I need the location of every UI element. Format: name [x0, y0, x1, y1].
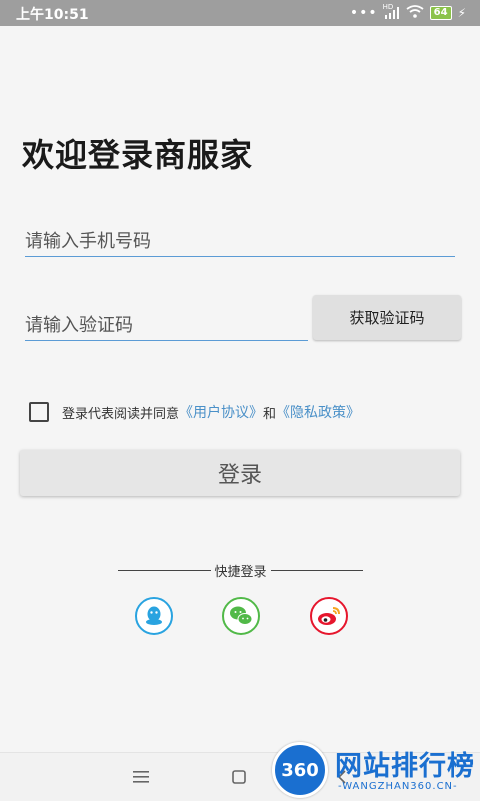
divider-line	[270, 569, 364, 571]
qq-login-button[interactable]	[135, 597, 173, 635]
status-bar: 上午10:51 ••• HD 64 ⚡	[0, 0, 480, 26]
agreement-row: 登录代表阅读并同意 《用户协议》 和 《隐私政策》	[29, 402, 360, 422]
divider-line	[118, 569, 211, 571]
weibo-icon	[318, 607, 340, 625]
wechat-icon	[230, 606, 253, 625]
agreement-prefix: 登录代表阅读并同意	[62, 406, 180, 422]
verification-code-input[interactable]	[25, 310, 308, 341]
watermark-logo-badge: 360	[272, 742, 328, 798]
watermark-subtitle: -WANGZHAN360.CN-	[338, 781, 458, 792]
home-button[interactable]	[229, 767, 249, 787]
wechat-login-button[interactable]	[222, 597, 260, 635]
agreement-checkbox[interactable]	[29, 402, 49, 422]
more-dots-icon: •••	[349, 5, 378, 21]
quick-login-divider: 快捷登录	[118, 560, 364, 580]
user-agreement-link[interactable]: 《用户协议》	[179, 402, 263, 422]
signal-icon: HD	[383, 3, 400, 19]
status-time: 上午10:51	[16, 7, 89, 23]
wifi-icon	[406, 5, 424, 21]
charging-bolt-icon: ⚡	[457, 6, 466, 20]
page-title: 欢迎登录商服家	[22, 136, 254, 174]
get-verification-code-button[interactable]: 获取验证码	[313, 295, 461, 340]
agreement-conjunction: 和	[263, 406, 277, 422]
watermark-title: 网站排行榜	[335, 751, 475, 782]
menu-icon	[133, 771, 149, 783]
qq-icon	[146, 606, 162, 625]
network-type-label: HD	[382, 3, 394, 11]
weibo-login-button[interactable]	[310, 597, 348, 635]
status-icons: ••• HD 64 ⚡	[349, 3, 466, 22]
privacy-policy-link[interactable]: 《隐私政策》	[276, 402, 360, 422]
quick-login-label: 快捷登录	[214, 564, 267, 580]
login-button[interactable]: 登录	[20, 450, 460, 496]
battery-icon: 64	[429, 6, 452, 20]
menu-button[interactable]	[131, 767, 151, 787]
home-square-icon	[232, 770, 246, 784]
phone-number-input[interactable]	[25, 226, 455, 257]
